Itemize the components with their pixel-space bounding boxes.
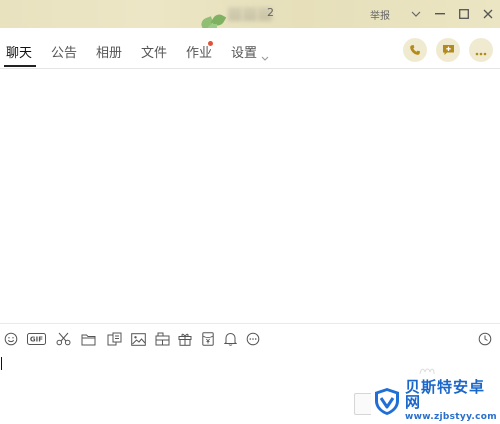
bell-icon[interactable] [222, 331, 238, 347]
emoji-icon[interactable] [3, 331, 19, 347]
message-list[interactable] [0, 69, 500, 323]
input-toolbar: GIF [0, 323, 500, 354]
tab-album[interactable]: 相册 [96, 42, 122, 61]
red-packet-icon[interactable] [200, 331, 216, 347]
add-message-button[interactable] [436, 38, 460, 62]
faint-background-mark [419, 367, 435, 378]
more-icon [475, 41, 487, 60]
doc-share-icon[interactable] [106, 331, 122, 347]
scissors-icon[interactable] [55, 331, 71, 347]
maximize-icon[interactable] [452, 0, 476, 28]
gif-label: GIF [30, 336, 43, 344]
folder-icon[interactable] [80, 331, 96, 347]
gift-icon[interactable] [177, 331, 193, 347]
tab-chat[interactable]: 聊天 [6, 42, 32, 61]
tab-settings[interactable]: 设置 [231, 42, 257, 61]
phone-button[interactable] [403, 38, 427, 62]
chevron-down-icon[interactable] [404, 0, 428, 28]
close-icon[interactable] [476, 0, 500, 28]
tab-bar: 聊天 公告 相册 文件 作业 设置 [0, 28, 500, 69]
minimize-icon[interactable] [428, 0, 452, 28]
more-icon[interactable] [245, 331, 261, 347]
chevron-down-icon[interactable] [261, 46, 269, 65]
window-title-tail: 2 [267, 6, 274, 19]
image-icon[interactable] [130, 331, 146, 347]
watermark: 贝斯特安卓网 www.zjbstyy.com [372, 378, 498, 422]
watermark-url: www.zjbstyy.com [405, 412, 497, 422]
active-tab-indicator [4, 65, 36, 67]
gif-icon[interactable]: GIF [27, 331, 46, 347]
watermark-logo-icon [375, 388, 399, 415]
screen-record-icon[interactable] [154, 331, 170, 347]
window-title-blurred: 2 [228, 6, 274, 21]
send-button-partial[interactable] [354, 393, 371, 415]
tab-files[interactable]: 文件 [141, 42, 167, 61]
window-controls: 举报 [370, 0, 500, 28]
more-button[interactable] [469, 38, 493, 62]
add-message-icon [442, 41, 455, 60]
history-clock-icon[interactable] [477, 331, 493, 347]
new-badge-dot [208, 41, 213, 46]
text-caret [1, 357, 2, 370]
watermark-text: 贝斯特安卓网 [405, 378, 486, 411]
phone-icon [409, 41, 421, 60]
report-link[interactable]: 举报 [370, 7, 390, 22]
tab-announcement[interactable]: 公告 [51, 42, 77, 61]
title-bar: 2 举报 [0, 0, 500, 28]
